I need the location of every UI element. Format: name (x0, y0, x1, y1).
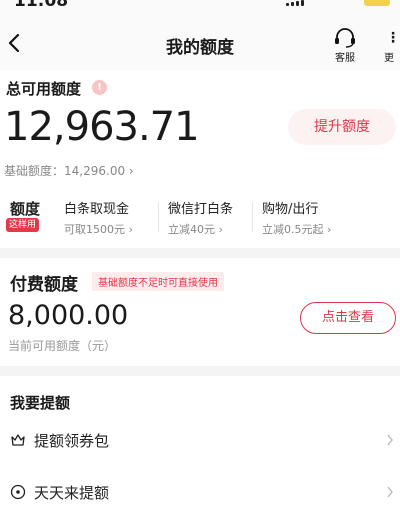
more-button[interactable]: ⋮ 更 (378, 27, 400, 65)
crown-icon (11, 434, 25, 446)
quota-item-cash[interactable]: 白条取现金 可取1500元 › (64, 198, 133, 237)
quota-item-sub: 可取1500元 (64, 223, 125, 236)
quota-item-title: 微信打白条 (168, 202, 234, 217)
raise-quota-button[interactable]: 提升额度 (288, 109, 396, 145)
paid-quota-tag: 基础额度不足时可直接使用 (92, 272, 224, 291)
quota-title: 额度 (10, 200, 41, 218)
quota-item-wechat[interactable]: 微信打白条 立减40元 › (168, 198, 233, 237)
view-button[interactable]: 点击查看 (300, 302, 396, 334)
quota-item-title: 购物/出行 (262, 202, 319, 217)
chevron-right-icon: › (327, 223, 332, 236)
customer-service-button[interactable]: 客服 (328, 27, 362, 65)
signal-icon (286, 0, 304, 6)
quota-badge: 这样用 (6, 218, 40, 232)
status-time: 11:08 (14, 0, 69, 11)
total-amount: 12,963.71 (4, 104, 200, 150)
status-bar: 11:08 (0, 0, 400, 18)
battery-icon (364, 0, 390, 6)
more-label: 更 (384, 53, 394, 64)
section-divider (0, 366, 400, 376)
chevron-right-icon (387, 434, 393, 446)
raise-section-title: 我要提额 (10, 394, 71, 412)
quota-usage-row: 额度 这样用 白条取现金 可取1500元 › 微信打白条 立减40元 › 购物/… (0, 196, 400, 236)
list-item-label: 天天来提额 (34, 484, 110, 502)
chevron-right-icon: › (128, 223, 133, 236)
more-icon: ⋮ (386, 30, 400, 46)
base-quota-label: 基础额度： (4, 164, 65, 178)
divider (252, 202, 253, 232)
list-item-label: 提额领券包 (34, 432, 110, 450)
base-quota-value: 14,296.00 (64, 164, 126, 178)
list-item-daily-raise[interactable]: 天天来提额 (0, 472, 400, 512)
info-icon[interactable]: ! (92, 80, 107, 95)
target-icon (10, 484, 26, 500)
divider (158, 202, 159, 232)
nav-bar: 我的额度 客服 ⋮ 更 (0, 18, 400, 70)
total-quota-label: 总可用额度 (6, 80, 82, 98)
headset-icon (335, 28, 355, 48)
list-item-coupon-pack[interactable]: 提额领券包 (0, 420, 400, 460)
customer-service-label: 客服 (335, 53, 355, 64)
chevron-right-icon: › (128, 164, 134, 178)
quota-item-sub: 立减40元 (168, 223, 215, 236)
base-quota-link[interactable]: 基础额度：14,296.00 › (4, 162, 134, 179)
quota-item-title: 白条取现金 (64, 202, 130, 217)
quota-item-sub: 立减0.5元起 (262, 223, 324, 236)
chevron-right-icon (387, 486, 393, 498)
paid-amount: 8,000.00 (8, 300, 129, 331)
quota-item-shopping[interactable]: 购物/出行 立减0.5元起 › (262, 198, 331, 237)
chevron-right-icon: › (218, 223, 223, 236)
paid-quota-title: 付费额度 (10, 275, 78, 295)
paid-amount-caption: 当前可用额度（元） (8, 339, 117, 353)
section-divider (0, 248, 400, 258)
